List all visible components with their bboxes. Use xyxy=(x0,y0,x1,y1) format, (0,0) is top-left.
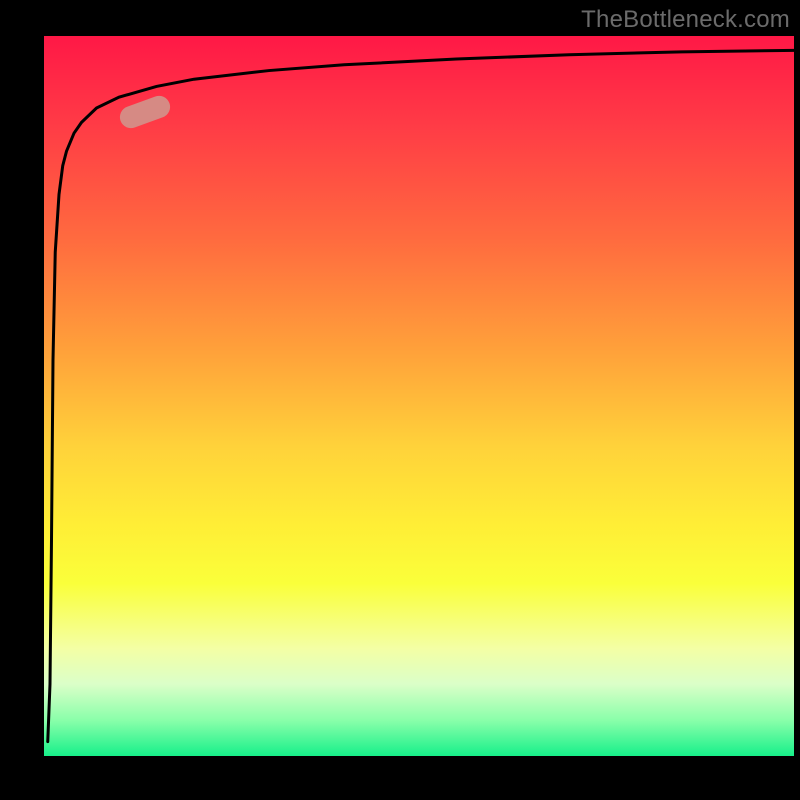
chart-frame: TheBottleneck.com xyxy=(0,0,800,800)
attribution-text: TheBottleneck.com xyxy=(581,6,790,34)
gradient-plot-area xyxy=(44,36,794,756)
